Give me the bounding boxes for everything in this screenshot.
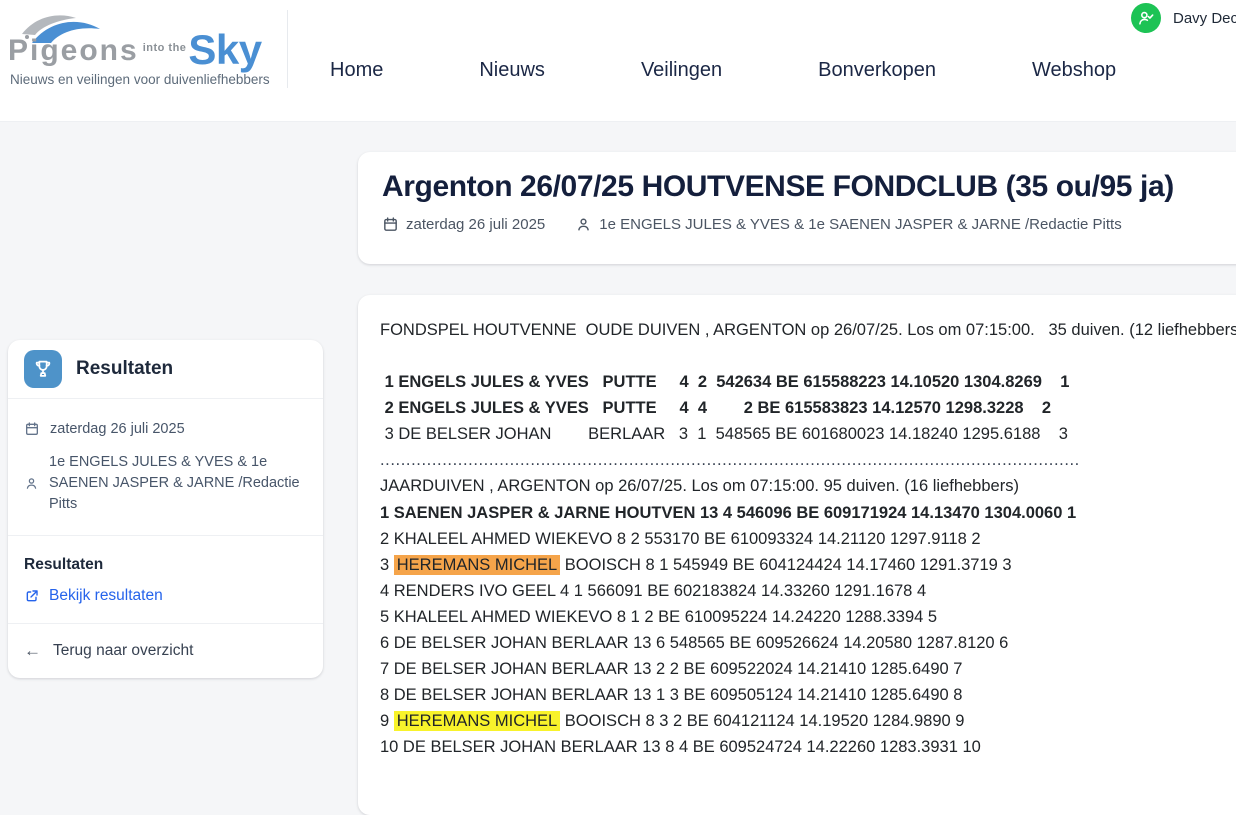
old-birds-lines: 1 ENGELS JULES & YVES PUTTE 4 2 542634 B… [380, 369, 1236, 447]
main-nav: Home Nieuws Veilingen Bonverkopen Webshop [330, 48, 1116, 93]
yearlings-intro: JAARDUIVEN , ARGENTON op 26/07/25. Los o… [380, 473, 1236, 499]
logo-word-intothe: into the [143, 42, 187, 54]
nav-item-bonverkopen[interactable]: Bonverkopen [818, 59, 936, 82]
sidebar-info: zaterdag 26 juli 2025 1e ENGELS JULES & … [8, 399, 323, 535]
calendar-icon [382, 216, 399, 233]
nav-item-home[interactable]: Home [330, 59, 383, 82]
trophy-icon [24, 350, 62, 388]
sidebar-header: Resultaten [8, 340, 323, 398]
result-line: 1 ENGELS JULES & YVES PUTTE 4 2 542634 B… [380, 369, 1236, 395]
user-name: Davy Decl [1173, 10, 1236, 27]
terug-naar-overzicht-link[interactable]: ← Terug naar overzicht [8, 624, 323, 678]
results-sidebar: Resultaten zaterdag 26 juli 2025 1e ENGE… [8, 340, 323, 678]
person-icon [575, 216, 592, 233]
sidebar-date: zaterdag 26 juli 2025 [24, 421, 307, 437]
result-line: 8 DE BELSER JOHAN BERLAAR 13 1 3 BE 6095… [380, 682, 1236, 708]
results-label: Resultaten [24, 556, 307, 574]
article-header-card: Argenton 26/07/25 HOUTVENSE FONDCLUB (35… [358, 152, 1236, 264]
logo-word-sky: Sky [188, 26, 261, 73]
dotted-separator: ........................................… [380, 447, 1078, 473]
result-line: 1 SAENEN JASPER & JARNE HOUTVEN 13 4 546… [380, 500, 1236, 526]
logo-word-pigeons: Pigeons [8, 34, 139, 67]
sidebar-results-section: Resultaten Bekijk resultaten [8, 536, 323, 623]
result-line: 2 ENGELS JULES & YVES PUTTE 4 4 2 BE 615… [380, 395, 1236, 421]
article-author: 1e ENGELS JULES & YVES & 1e SAENEN JASPE… [575, 216, 1121, 233]
arrow-left-icon: ← [24, 641, 41, 661]
nav-item-webshop[interactable]: Webshop [1032, 59, 1116, 82]
result-line: 2 KHALEEL AHMED WIEKEVO 8 2 553170 BE 61… [380, 526, 1236, 552]
user-chip[interactable]: Davy Decl [1131, 3, 1236, 33]
user-avatar-icon [1131, 3, 1161, 33]
page-title: Argenton 26/07/25 HOUTVENSE FONDCLUB (35… [382, 170, 1236, 204]
site-header: Pigeons into theSky Nieuws en veilingen v… [0, 0, 1236, 122]
result-line: 4 RENDERS IVO GEEL 4 1 566091 BE 6021838… [380, 578, 1236, 604]
sidebar-title: Resultaten [76, 358, 173, 380]
bekijk-resultaten-link[interactable]: Bekijk resultaten [24, 587, 307, 605]
person-icon [24, 476, 39, 491]
calendar-icon [24, 421, 40, 437]
logo-tagline: Nieuws en veilingen voor duivenliefhebbe… [10, 72, 270, 87]
result-line: 3 HEREMANS MICHEL BOOISCH 8 1 545949 BE … [380, 552, 1236, 578]
yearlings-lines: 1 SAENEN JASPER & JARNE HOUTVEN 13 4 546… [380, 500, 1236, 761]
old-birds-intro: FONDSPEL HOUTVENNE OUDE DUIVEN , ARGENTO… [380, 317, 1236, 343]
result-line: 7 DE BELSER JOHAN BERLAAR 13 2 2 BE 6095… [380, 656, 1236, 682]
result-line: 10 DE BELSER JOHAN BERLAAR 13 8 4 BE 609… [380, 734, 1236, 760]
result-line: 9 HEREMANS MICHEL BOOISCH 8 3 2 BE 60412… [380, 708, 1236, 734]
highlighted-name: HEREMANS MICHEL [394, 711, 560, 731]
result-line: 6 DE BELSER JOHAN BERLAAR 13 6 548565 BE… [380, 630, 1236, 656]
article-date: zaterdag 26 juli 2025 [382, 216, 545, 233]
result-line: 3 DE BELSER JOHAN BERLAAR 3 1 548565 BE … [380, 421, 1236, 447]
nav-item-veilingen[interactable]: Veilingen [641, 59, 722, 82]
result-line: 5 KHALEEL AHMED WIEKEVO 8 1 2 BE 6100952… [380, 604, 1236, 630]
sidebar-author: 1e ENGELS JULES & YVES & 1e SAENEN JASPE… [24, 452, 307, 515]
site-logo[interactable]: Pigeons into theSky Nieuws en veilingen v… [6, 4, 276, 104]
external-link-icon [24, 588, 40, 604]
results-content-card: FONDSPEL HOUTVENNE OUDE DUIVEN , ARGENTO… [358, 295, 1236, 815]
article-meta: zaterdag 26 juli 2025 1e ENGELS JULES & … [382, 216, 1236, 233]
highlighted-name: HEREMANS MICHEL [394, 555, 560, 575]
nav-item-nieuws[interactable]: Nieuws [479, 59, 545, 82]
header-divider [287, 10, 288, 88]
